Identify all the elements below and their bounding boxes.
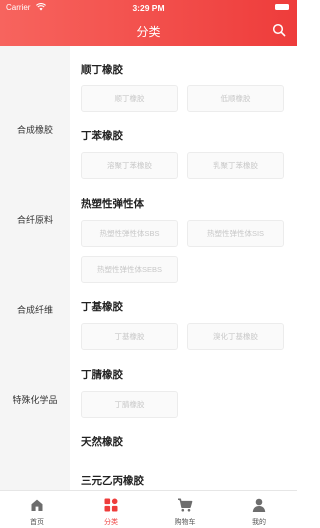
header-bar: Carrier 3:29 PM 分类 [0,0,297,46]
subcategory-panel: 顺丁橡胶 顺丁橡胶 低顺橡胶 丁苯橡胶 溶聚丁苯橡胶 乳聚丁苯橡胶 热塑性弹性体… [70,46,297,490]
section-title: 丁基橡胶 [81,301,123,313]
tab-home[interactable]: 首页 [7,491,67,528]
subcategory-chip[interactable]: 热塑性弹性体SEBS [81,256,178,283]
tab-label: 分类 [104,519,118,526]
section-title: 三元乙丙橡胶 [81,475,144,487]
page-title: 分类 [136,25,161,39]
clock: 3:29 PM [132,3,165,13]
sidebar-item-synthetic-fiber[interactable]: 合成纤维 [0,303,70,316]
tab-category[interactable]: 分类 [81,491,141,528]
subcategory-chip[interactable]: 热塑性弹性体SBS [81,220,178,247]
section-title: 热塑性弹性体 [81,198,144,210]
tab-label: 购物车 [174,519,196,526]
subcategory-chip[interactable]: 丁腈橡胶 [81,391,178,418]
sidebar-item-fiber-raw-material[interactable]: 合纤原料 [0,213,70,226]
home-icon [31,499,43,511]
section-title: 顺丁橡胶 [81,64,123,76]
section-title: 丁苯橡胶 [81,130,123,142]
tab-profile[interactable]: 我的 [229,491,289,528]
subcategory-chip[interactable]: 溶聚丁苯橡胶 [81,152,178,179]
sidebar-item-synthetic-rubber[interactable]: 合成橡胶 [0,123,70,136]
bottom-tab-bar: 首页 分类 购物车 我的 [0,490,297,528]
subcategory-chip[interactable]: 热塑性弹性体SIS [187,220,284,247]
user-icon [252,498,266,512]
tab-cart[interactable]: 购物车 [155,491,215,528]
subcategory-chip[interactable]: 丁基橡胶 [81,323,178,350]
category-icon [104,498,118,512]
battery-icon [275,4,289,10]
category-sidebar: 合成橡胶 合纤原料 合成纤维 特殊化学品 [0,46,70,490]
subcategory-chip[interactable]: 顺丁橡胶 [81,85,178,112]
search-icon[interactable] [272,23,286,37]
section-title: 天然橡胶 [81,436,123,448]
status-bar: Carrier 3:29 PM [0,0,297,16]
tab-label: 我的 [252,519,266,526]
cart-icon [178,498,193,512]
tab-label: 首页 [30,519,44,526]
subcategory-chip[interactable]: 溴化丁基橡胶 [187,323,284,350]
subcategory-chip[interactable]: 低顺橡胶 [187,85,284,112]
subcategory-chip[interactable]: 乳聚丁苯橡胶 [187,152,284,179]
section-title: 丁腈橡胶 [81,369,123,381]
sidebar-item-specialty-chemicals[interactable]: 特殊化学品 [0,393,70,406]
